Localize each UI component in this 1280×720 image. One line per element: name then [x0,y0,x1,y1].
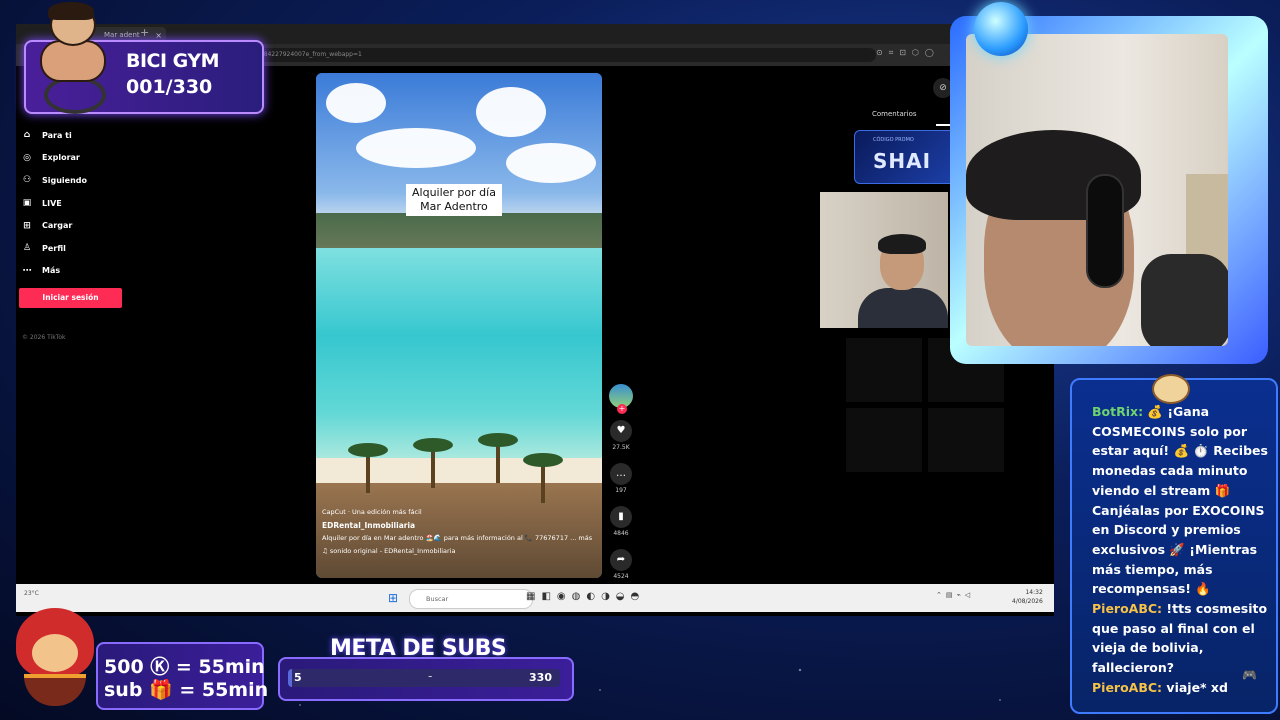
like-action[interactable]: ♥ 27.5K [608,420,634,451]
sidebar-item-cargar[interactable]: ⊞ Cargar [20,214,130,237]
headset-shape [1086,174,1124,288]
taskbar-clock[interactable]: 14:32 4/08/2026 [1012,588,1043,606]
browser-toolbar-icons[interactable]: ⊙⌗⊡⬡◯ [876,48,940,58]
palm-shape [413,438,453,488]
sub-goal-current: 5 [294,671,302,684]
cloud-shape [476,87,546,137]
video-land [316,213,602,253]
tiktok-sidebar: ⌂ Para ti ◎ Explorar ⚇ Siguiendo ▣ LIVE ⊞ Car… [20,124,130,282]
sidebar-item-live[interactable]: ▣ LIVE [20,192,130,215]
sub-goal-fill [288,669,293,687]
streamer-webcam [966,34,1228,346]
compass-icon: ◎ [23,152,31,163]
cyclist-mascot-icon [34,2,106,114]
cloud-shape [326,83,386,123]
sub-reward-line-1: 500 Ⓚ = 55min [104,656,265,678]
hamster-icon [1152,374,1190,404]
comment-icon[interactable]: … [610,463,632,485]
copyright-text: © 2026 TikTok [22,334,66,341]
creator-avatar[interactable]: + [609,384,633,414]
share-icon[interactable]: ➦ [610,549,632,571]
login-button[interactable]: Iniciar sesión [19,288,122,308]
windows-start-icon[interactable]: ⊞ [388,592,401,605]
sidebar-item-mas[interactable]: ⋯ Más [20,260,130,283]
stream-chat: BotRix: 💰 ¡Gana COSMECOINS solo por esta… [1070,374,1278,714]
dragon-mascot-icon [6,604,102,710]
sidebar-item-perfil[interactable]: ♙ Perfil [20,237,130,260]
palm-shape [348,443,388,493]
more-icon: ⋯ [22,265,32,276]
cloud-shape [506,143,596,183]
comments-tab[interactable]: Comentarios [872,110,917,118]
home-icon: ⌂ [23,130,31,141]
palm-shape [478,433,518,483]
palm-shape [523,453,563,503]
url-field[interactable]: 7684227924007e_from_webapp=1 [246,48,876,62]
video-caption: Alquiler por día Mar Adentro [406,184,502,216]
sidebar-item-para-ti[interactable]: ⌂ Para ti [20,124,130,147]
new-tab-icon[interactable]: + [140,26,149,39]
sub-goal-bar: 5 - 330 [278,657,574,701]
users-icon: ⚇ [22,175,32,186]
video-lagoon [316,248,602,468]
sub-reward-line-2: sub 🎁 = 55min [104,679,269,701]
gamepad-icon: 🎮 [1242,668,1257,682]
tab-title: Mar adent [104,31,140,39]
sub-goal-track: 5 - 330 [288,669,560,687]
guest-webcam [820,192,948,328]
video-metadata: CapCut · Una edición más fácil EDRental_… [322,506,598,558]
chat-messages: BotRix: 💰 ¡Gana COSMECOINS solo por esta… [1092,402,1274,698]
save-action[interactable]: ▮ 4846 [608,506,634,537]
sidebar-item-explorar[interactable]: ◎ Explorar [20,147,130,170]
system-tray-icons[interactable]: ⌃▤⌁◁ [936,591,974,599]
upload-icon: ⊞ [23,220,31,231]
chat-message: BotRix: 💰 ¡Gana COSMECOINS solo por esta… [1092,404,1268,597]
chat-message: PieroABC: !tts cosmesito que paso al fin… [1092,601,1268,676]
sub-goal-target: 330 [529,671,552,684]
profile-icon: ♙ [22,243,32,254]
video-player[interactable]: Alquiler por día Mar Adentro CapCut · Un… [316,73,602,578]
share-action[interactable]: ➦ 4524 [608,549,634,580]
video-actions: + ♥ 27.5K … 197 ▮ 4846 ➦ 4524 [608,384,634,580]
capcut-tag[interactable]: CapCut · Una edición más fácil [322,506,598,519]
video-description: Alquiler por día en Mar adentro 🏖️🌊 para… [322,534,593,542]
comment-action[interactable]: … 197 [608,463,634,494]
taskbar-app-icons[interactable]: ▦◧◉◍◐◑◒◓ [526,591,645,602]
weather-widget[interactable]: 23°C [24,590,39,597]
bici-gym-title: BICI GYM [126,50,220,72]
sub-goal-separator: - [428,669,433,683]
sub-rewards-panel: 500 Ⓚ = 55min sub 🎁 = 55min [96,642,268,710]
bookmark-icon[interactable]: ▮ [610,506,632,528]
promo-banner: CÓDIGO PROMO SHAI [854,130,956,184]
taskbar-search[interactable]: Buscar [409,589,533,609]
follow-plus-icon[interactable]: + [617,404,627,414]
sidebar-item-siguiendo[interactable]: ⚇ Siguiendo [20,169,130,192]
bici-gym-count: 001/330 [126,76,213,98]
live-icon: ▣ [22,198,32,209]
potion-orb-icon [974,2,1028,56]
heart-icon[interactable]: ♥ [610,420,632,442]
windows-taskbar: 23°C ⊞ Buscar ▦◧◉◍◐◑◒◓ ⌃▤⌁◁ 14:32 4/08/2… [16,584,1054,612]
video-sound[interactable]: ♫ sonido original - EDRental_Inmobiliari… [322,545,598,558]
video-author[interactable]: EDRental_Inmobiliaria [322,519,598,532]
cloud-shape [356,128,476,168]
